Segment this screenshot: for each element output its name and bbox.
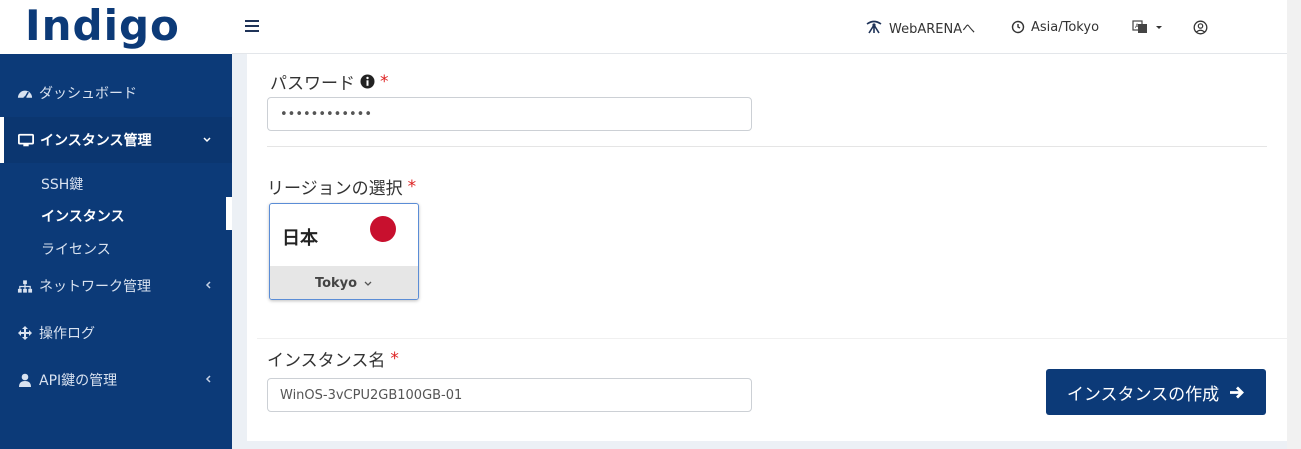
divider — [257, 338, 1287, 339]
instance-name-input[interactable]: WinOS-3vCPU2GB100GB-01 — [267, 378, 752, 412]
region-field-label: リージョンの選択 * — [267, 174, 417, 200]
sidebar-item-operation-log[interactable]: 操作ログ — [0, 310, 232, 356]
region-name: 日本 — [282, 228, 318, 249]
dashboard-icon — [17, 85, 33, 101]
user-circle-icon — [1193, 20, 1208, 34]
webarena-link[interactable]: WebARENAへ — [865, 17, 975, 37]
clock-icon — [1011, 20, 1025, 34]
sidebar-subitem-ssh-keys[interactable]: SSH鍵 — [41, 174, 83, 194]
caret-down-icon — [1156, 26, 1162, 29]
region-card-japan[interactable]: 日本 Tokyo — [269, 203, 419, 300]
translate-icon: A — [1132, 20, 1147, 33]
network-icon — [17, 278, 33, 294]
chevron-left-icon — [204, 373, 212, 388]
webarena-link-label: WebARENAへ — [889, 21, 976, 37]
region-city-dropdown[interactable]: Tokyo — [270, 266, 418, 299]
sidebar: ダッシュボード インスタンス管理 SSH鍵 インスタンス ライセンス ネットワー… — [0, 54, 232, 449]
logo[interactable]: Indigo — [0, 0, 232, 54]
top-navbar: Indigo WebARENAへ Asia/Tokyo A — [0, 0, 1287, 54]
sidebar-subitem-licenses[interactable]: ライセンス — [41, 239, 111, 259]
sidebar-item-label: API鍵の管理 — [39, 373, 118, 389]
sidebar-item-label: ネットワーク管理 — [39, 279, 151, 295]
monitor-icon — [18, 132, 34, 148]
antenna-icon — [866, 20, 882, 34]
chevron-down-icon — [202, 133, 212, 148]
create-instance-form: パスワード * •••••••••••• リージョンの選択 * 日本 Tokyo… — [247, 54, 1287, 441]
create-instance-button-label: インスタンスの作成 — [1066, 384, 1220, 405]
sidebar-subitem-instances[interactable]: インスタンス — [41, 206, 124, 226]
required-mark: * — [390, 348, 399, 369]
region-label-text: リージョンの選択 — [267, 179, 403, 199]
user-menu[interactable] — [1193, 17, 1208, 37]
password-input[interactable]: •••••••••••• — [267, 97, 752, 131]
arrows-icon — [17, 325, 33, 341]
arrow-right-icon — [1230, 386, 1245, 398]
main-content: パスワード * •••••••••••• リージョンの選択 * 日本 Tokyo… — [232, 54, 1287, 449]
sidebar-item-dashboard[interactable]: ダッシュボード — [0, 70, 232, 116]
menu-toggle-icon[interactable] — [245, 17, 259, 35]
region-city-label: Tokyo — [314, 275, 358, 291]
sidebar-item-label: インスタンス管理 — [40, 133, 152, 149]
page-scrollbar[interactable] — [1287, 0, 1301, 449]
instance-name-label-text: インスタンス名 — [267, 351, 386, 371]
instance-name-field-label: インスタンス名 * — [267, 346, 399, 372]
logo-text: Indigo — [25, 1, 180, 50]
sidebar-item-network[interactable]: ネットワーク管理 — [0, 263, 232, 309]
user-icon — [17, 372, 33, 388]
sidebar-item-label: 操作ログ — [39, 326, 95, 342]
create-instance-button[interactable]: インスタンスの作成 — [1046, 369, 1266, 415]
password-field-label: パスワード * — [270, 69, 389, 95]
info-circle-icon[interactable] — [360, 74, 375, 89]
sidebar-item-instances[interactable]: インスタンス管理 — [0, 117, 232, 163]
chevron-down-icon — [364, 281, 372, 286]
japan-flag-icon — [370, 216, 396, 242]
sidebar-item-label: ダッシュボード — [39, 86, 137, 102]
language-dropdown[interactable]: A — [1132, 17, 1164, 37]
timezone-label: Asia/Tokyo — [1031, 19, 1100, 35]
divider — [267, 146, 1267, 147]
password-label-text: パスワード — [270, 74, 355, 94]
required-mark: * — [380, 71, 389, 92]
timezone-indicator[interactable]: Asia/Tokyo — [1011, 17, 1099, 37]
sidebar-item-api-keys[interactable]: API鍵の管理 — [0, 357, 232, 403]
chevron-left-icon — [204, 279, 212, 294]
required-mark: * — [407, 176, 417, 197]
